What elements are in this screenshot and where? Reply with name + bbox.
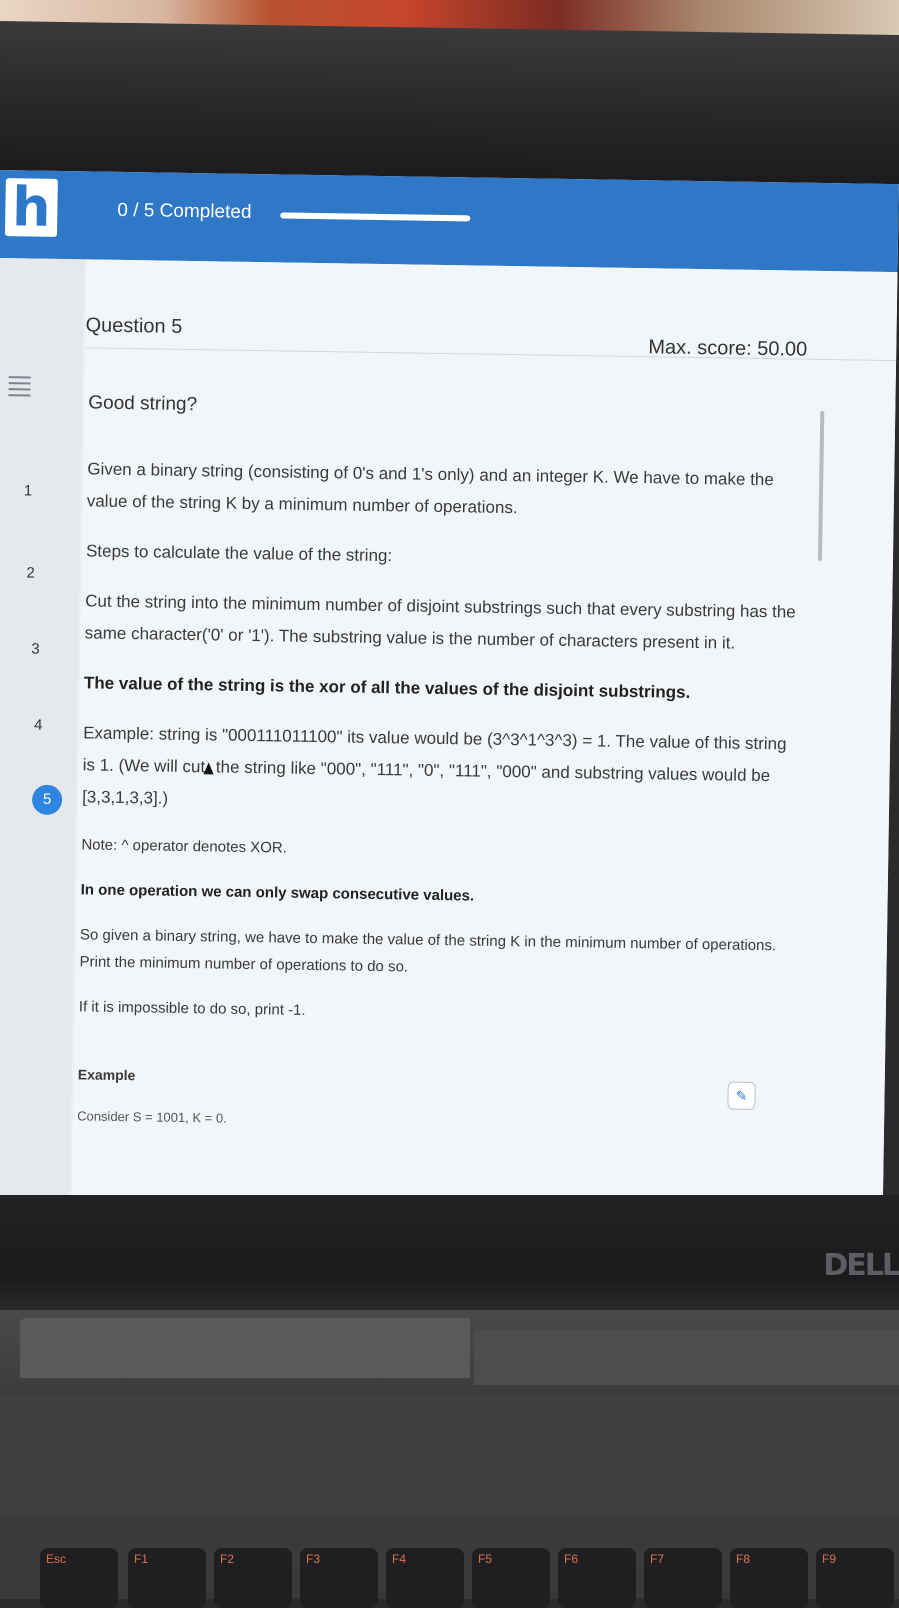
paragraph-steps-heading: Steps to calculate the value of the stri… bbox=[85, 541, 393, 566]
key-f7[interactable]: F7 bbox=[644, 1548, 722, 1608]
sidebar-question-1[interactable]: 1 bbox=[13, 476, 43, 506]
laptop-hinge bbox=[20, 1318, 470, 1378]
sidebar-question-5[interactable]: 5 bbox=[31, 784, 63, 816]
example-heading: Example bbox=[77, 1066, 136, 1084]
question-panel: Question 5 Max. score: 50.00 Good string… bbox=[71, 259, 898, 1224]
key-f4[interactable]: F4 bbox=[386, 1548, 464, 1608]
progress-bar-fill bbox=[280, 212, 471, 222]
app-logo-letter: h bbox=[11, 175, 52, 239]
progress-label: 0 / 5 Completed bbox=[117, 199, 252, 223]
key-f9[interactable]: F9 bbox=[816, 1548, 894, 1608]
problem-title: Good string? bbox=[88, 392, 198, 416]
app-logo[interactable]: h bbox=[4, 175, 58, 239]
key-esc[interactable]: Esc bbox=[40, 1548, 118, 1608]
problem-statement: Good string? Given a binary string (cons… bbox=[77, 387, 809, 1143]
paragraph-note: Note: ^ operator denotes XOR. bbox=[81, 836, 288, 857]
paragraph-intro: Given a binary string (consisting of 0's… bbox=[86, 459, 774, 518]
notes-icon[interactable]: ✎ bbox=[727, 1081, 756, 1110]
key-f1[interactable]: F1 bbox=[128, 1548, 206, 1608]
paragraph-example: Example: string is "000111011100" its va… bbox=[82, 717, 803, 824]
key-f5[interactable]: F5 bbox=[472, 1548, 550, 1608]
sidebar-question-2[interactable]: 2 bbox=[15, 558, 45, 588]
function-key-row: Esc F1 F2 F3 F4 F5 F6 F7 F8 F9 bbox=[0, 1548, 899, 1608]
laptop-screen: h 0 / 5 Completed 1 2 3 4 5 Question 5 M… bbox=[0, 170, 899, 1224]
laptop-bezel-top bbox=[0, 20, 899, 186]
key-f2[interactable]: F2 bbox=[214, 1548, 292, 1608]
laptop-bezel-bottom bbox=[0, 1195, 899, 1315]
example-consider: Consider S = 1001, K = 0. bbox=[77, 1108, 227, 1126]
scrollbar[interactable] bbox=[817, 410, 825, 561]
laptop-hinge-right bbox=[474, 1330, 899, 1385]
paragraph-task: So given a binary string, we have to mak… bbox=[79, 926, 777, 976]
mouse-cursor-icon bbox=[203, 761, 214, 774]
key-f8[interactable]: F8 bbox=[730, 1548, 808, 1608]
paragraph-operation: In one operation we can only swap consec… bbox=[80, 881, 475, 905]
sidebar-question-4[interactable]: 4 bbox=[23, 710, 53, 740]
paragraph-impossible: If it is impossible to do so, print -1. bbox=[78, 998, 306, 1019]
progress-bar bbox=[280, 212, 471, 222]
key-f3[interactable]: F3 bbox=[300, 1548, 378, 1608]
paragraph-value-rule: The value of the string is the xor of al… bbox=[83, 673, 691, 702]
sidebar-question-3[interactable]: 3 bbox=[20, 634, 50, 664]
hamburger-icon[interactable] bbox=[8, 376, 31, 397]
question-sidebar: 1 2 3 4 5 bbox=[0, 257, 85, 1220]
paragraph-cut-rule: Cut the string into the minimum number o… bbox=[84, 591, 796, 653]
top-bar: h 0 / 5 Completed bbox=[0, 170, 899, 273]
key-f6[interactable]: F6 bbox=[558, 1548, 636, 1608]
brand-logo: DELL bbox=[823, 1248, 899, 1283]
question-number: Question 5 bbox=[85, 314, 183, 338]
laptop-keyboard-area bbox=[0, 1395, 899, 1515]
